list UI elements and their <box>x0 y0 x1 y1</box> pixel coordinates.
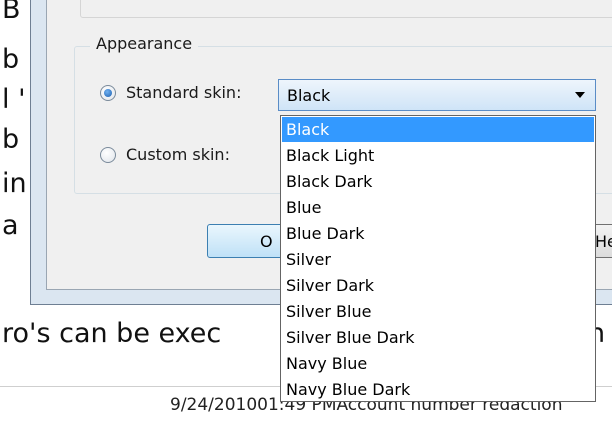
skin-dropdown-list[interactable]: Black Black Light Black Dark Blue Blue D… <box>280 115 596 402</box>
standard-skin-label[interactable]: Standard skin: <box>126 83 241 102</box>
dropdown-option[interactable]: Navy Blue Dark <box>282 377 594 402</box>
ok-button-label: O <box>260 232 273 251</box>
dropdown-option[interactable]: Black Dark <box>282 169 594 194</box>
combo-selected-value: Black <box>287 86 331 105</box>
custom-skin-label[interactable]: Custom skin: <box>126 145 230 164</box>
dropdown-option[interactable]: Navy Blue <box>282 351 594 376</box>
standard-skin-combo[interactable]: Black <box>278 79 596 111</box>
dropdown-option[interactable]: Silver Dark <box>282 273 594 298</box>
appearance-group-label: Appearance <box>90 34 199 53</box>
chevron-down-icon[interactable] <box>575 92 585 98</box>
dropdown-option[interactable]: Blue Dark <box>282 221 594 246</box>
dropdown-option[interactable]: Silver Blue Dark <box>282 325 594 350</box>
help-button-label: He <box>595 232 612 251</box>
custom-skin-radio[interactable] <box>100 147 116 163</box>
dropdown-option[interactable]: Silver <box>282 247 594 272</box>
background-text: b <box>2 44 20 75</box>
top-panel <box>80 0 612 18</box>
background-text: ro's can be exec <box>2 318 222 349</box>
standard-skin-radio[interactable] <box>100 85 116 101</box>
dropdown-option[interactable]: Black <box>282 117 594 142</box>
dropdown-option[interactable]: Black Light <box>282 143 594 168</box>
background-text: B <box>2 0 21 25</box>
dropdown-option[interactable]: Silver Blue <box>282 299 594 324</box>
background-text: in <box>2 168 27 199</box>
dropdown-option[interactable]: Blue <box>282 195 594 220</box>
background-text: l ' <box>2 84 26 115</box>
background-text: a <box>2 210 19 241</box>
background-text: b <box>2 124 20 155</box>
